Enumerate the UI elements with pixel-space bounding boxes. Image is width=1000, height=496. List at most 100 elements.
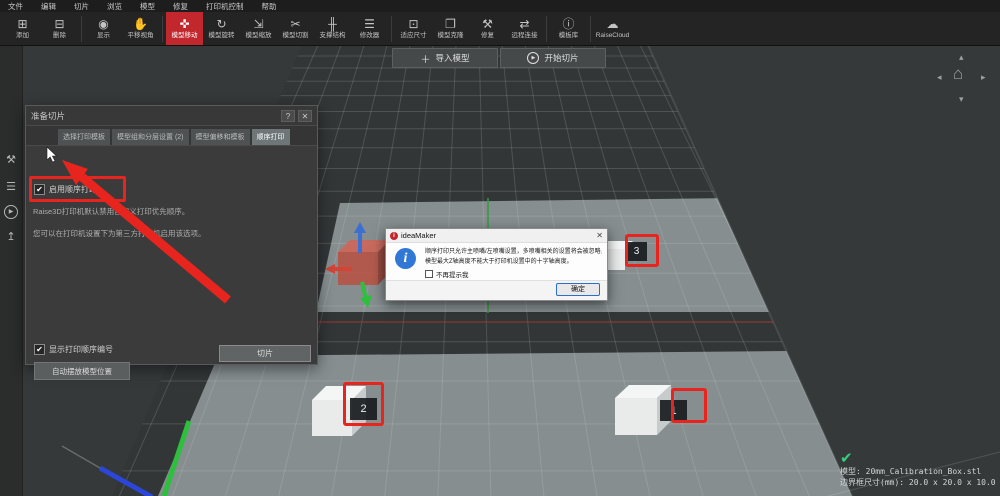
toolbar-button-repair[interactable]: ⚒ 修复 — [469, 12, 506, 45]
toolbar-separator — [590, 16, 591, 42]
checkbox-unchecked-icon — [425, 270, 433, 278]
dont-remind-label: 不再提示我 — [436, 269, 469, 279]
menu-item-help[interactable]: 帮助 — [262, 1, 277, 12]
info-icon: i — [395, 248, 416, 269]
toolbar: ⊞ 添加 ⊟ 删除 ◉ 显示 ✋ 平移视角 ✜ 模型移动 ↻ 模型旋转 ⇲ 模型… — [0, 12, 1000, 46]
menu-item-view[interactable]: 浏览 — [107, 1, 122, 12]
help-button[interactable]: ? — [281, 110, 295, 122]
menu-item-file[interactable]: 文件 — [8, 1, 23, 12]
toolbar-label-support: 支撑结构 — [320, 32, 346, 39]
play-circle-icon[interactable]: ▶ — [4, 205, 18, 219]
toolbar-button-remote[interactable]: ⇄ 远程连接 — [506, 12, 543, 45]
note-line-1: Raise3D打印机默认禁用自定义打印优先顺序。 — [33, 206, 189, 217]
toolbar-button-clone[interactable]: ❐ 模型克隆 — [432, 12, 469, 45]
menu-bar: 文件 编辑 切片 浏览 模型 修复 打印机控制 帮助 — [0, 0, 1000, 12]
bbox-label: 边界框尺寸(mm): — [840, 478, 904, 487]
auto-arrange-button[interactable]: 自动摆放模型位置 — [34, 362, 130, 380]
toolbar-label-template: 模板库 — [559, 32, 579, 39]
warning-title: ideaMaker — [401, 231, 593, 240]
origin-axis-tail — [62, 446, 100, 468]
menu-item-slice[interactable]: 切片 — [74, 1, 89, 12]
note-line-2: 您可以在打印机设置下为第三方打印机启用该选项。 — [33, 228, 206, 239]
toolbar-label-remote: 远程连接 — [512, 32, 538, 39]
toolbar-separator — [162, 16, 163, 42]
view-navigation: ▴ ◂ ⌂ ▸ ▾ — [933, 52, 993, 110]
start-slice-button[interactable]: ▶ 开始切片 — [500, 48, 606, 68]
tab-model-offset-template[interactable]: 模型偏移和模板 — [191, 129, 250, 145]
close-icon[interactable]: ✕ — [298, 110, 312, 122]
slice-button[interactable]: 切片 — [219, 345, 311, 362]
home-icon[interactable]: ⌂ — [953, 64, 963, 84]
ideamaker-logo-icon: i — [390, 232, 398, 240]
chevron-right-icon[interactable]: ▸ — [981, 72, 986, 83]
toolbar-label-rotate: 模型旋转 — [209, 32, 235, 39]
toolbar-separator — [546, 16, 547, 42]
toolbar-button-modifier[interactable]: ☰ 修改器 — [351, 12, 388, 45]
upload-icon[interactable]: ↥ — [0, 230, 22, 243]
chevron-up-icon[interactable]: ▴ — [959, 52, 964, 63]
toolbar-button-add[interactable]: ⊞ 添加 — [4, 12, 41, 45]
list-icon[interactable]: ☰ — [0, 180, 22, 193]
tab-sequential-printing[interactable]: 顺序打印 — [252, 129, 290, 145]
toolbar-button-delete[interactable]: ⊟ 删除 — [41, 12, 78, 45]
chevron-left-icon[interactable]: ◂ — [937, 72, 942, 83]
bbox-value: 20.0 x 20.0 x 10.0 — [909, 478, 996, 487]
menu-item-model[interactable]: 模型 — [140, 1, 155, 12]
toolbar-label-delete: 删除 — [53, 32, 66, 39]
tab-group-layer-settings[interactable]: 模型组和分层设置 (2) — [112, 129, 189, 145]
toolbar-button-fit[interactable]: ⊡ 适应尺寸 — [395, 12, 432, 45]
show-order-label: 显示打印顺序编号 — [49, 344, 113, 355]
toolbar-button-show[interactable]: ◉ 显示 — [85, 12, 122, 45]
hand-pan-icon: ✋ — [133, 18, 148, 31]
toolbar-label-repair: 修复 — [481, 32, 494, 39]
toolbar-button-move[interactable]: ✜ 模型移动 — [166, 12, 203, 45]
import-model-label: 导入模型 — [435, 52, 469, 64]
toolbar-button-cut[interactable]: ✂ 模型切割 — [277, 12, 314, 45]
toolbar-label-add: 添加 — [16, 32, 29, 39]
selected-model[interactable] — [338, 240, 390, 285]
toolbar-button-raisecloud[interactable]: ☁ RaiseCloud — [594, 12, 631, 45]
menu-item-printer-control[interactable]: 打印机控制 — [206, 1, 244, 12]
delete-cube-icon: ⊟ — [54, 18, 64, 31]
model-status: ✔ 模型: 20mm_Calibration_Box.stl 边界框尺寸(mm)… — [840, 452, 996, 488]
viewport-action-bar: ＋ 导入模型 ▶ 开始切片 — [392, 48, 606, 68]
cloud-icon: ☁ — [607, 18, 619, 31]
toolbar-label-move: 模型移动 — [172, 32, 198, 39]
toolbar-separator — [391, 16, 392, 42]
prepare-slice-dialog: 准备切片 ? ✕ 选择打印模板 模型组和分层设置 (2) 模型偏移和模板 顺序打… — [25, 105, 318, 365]
plus-icon: ＋ — [420, 51, 430, 66]
menu-item-repair[interactable]: 修复 — [173, 1, 188, 12]
menu-item-edit[interactable]: 编辑 — [41, 1, 56, 12]
toolbar-label-clone: 模型克隆 — [438, 32, 464, 39]
chevron-down-icon[interactable]: ▾ — [959, 94, 964, 105]
toolbar-button-support[interactable]: ╫ 支撑结构 — [314, 12, 351, 45]
model-name: 20mm_Calibration_Box.stl — [866, 467, 982, 476]
toolbar-button-scale[interactable]: ⇲ 模型缩放 — [240, 12, 277, 45]
toolbar-label-show: 显示 — [97, 32, 110, 39]
ok-button[interactable]: 确定 — [556, 283, 600, 296]
dialog-title-bar[interactable]: 准备切片 ? ✕ — [26, 106, 317, 126]
left-sidebar: ⚒ ☰ ▶ ↥ — [0, 46, 23, 496]
check-icon: ✔ — [840, 452, 996, 466]
repair-icon: ⚒ — [482, 18, 493, 31]
import-model-button[interactable]: ＋ 导入模型 — [392, 48, 498, 68]
annotation-box-1 — [671, 388, 707, 423]
dont-remind-checkbox[interactable]: 不再提示我 — [425, 269, 469, 279]
warning-dialog: i ideaMaker ✕ i 顺序打印只允许主喷嘴/左喷嘴设置，多喷嘴相关的设… — [385, 228, 608, 301]
tab-select-template[interactable]: 选择打印模板 — [58, 129, 110, 145]
annotation-box-checkbox — [29, 176, 126, 202]
clone-icon: ❐ — [445, 18, 456, 31]
warning-message-line-2: 模型最大Z轴高度不能大于打印机设置中的十字轴高度。 — [425, 256, 602, 265]
close-icon[interactable]: ✕ — [596, 231, 603, 240]
annotation-box-3 — [625, 234, 659, 267]
toolbar-label-modifier: 修改器 — [360, 32, 380, 39]
show-order-checkbox[interactable]: ✔ 显示打印顺序编号 — [34, 344, 113, 355]
eye-icon: ◉ — [98, 18, 108, 31]
toolbar-button-rotate[interactable]: ↻ 模型旋转 — [203, 12, 240, 45]
scale-icon: ⇲ — [253, 18, 263, 31]
toolbar-button-template[interactable]: ⓘ 模板库 — [550, 12, 587, 45]
warning-title-bar[interactable]: i ideaMaker ✕ — [386, 229, 607, 243]
wrench-icon[interactable]: ⚒ — [0, 153, 22, 166]
template-icon: ⓘ — [562, 18, 574, 31]
toolbar-button-pan[interactable]: ✋ 平移视角 — [122, 12, 159, 45]
